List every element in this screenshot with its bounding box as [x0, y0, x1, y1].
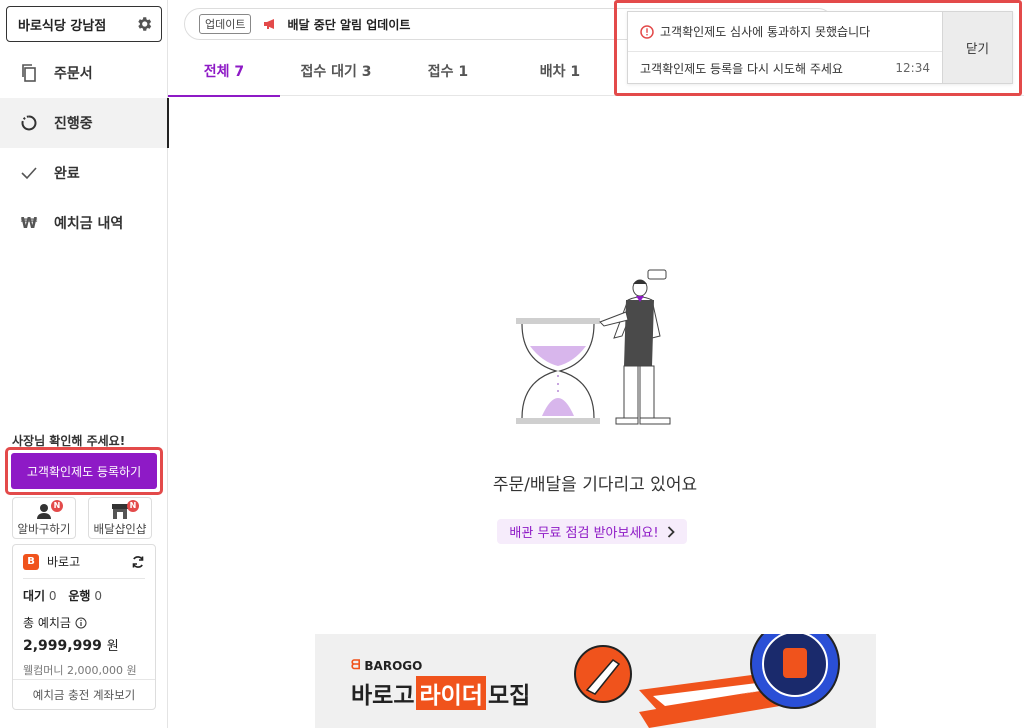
info-icon[interactable]	[75, 617, 87, 629]
sidebar: 바로식당 강남점 주문서 진행중 완료 ₩ 예치금 내역 사장님 확인해 주세요…	[0, 0, 169, 728]
plumbing-promo-link[interactable]: 배관 무료 점검 받아보세요!	[497, 519, 687, 544]
refresh-icon[interactable]	[131, 555, 145, 569]
barogo-logo-icon: B	[23, 553, 39, 570]
sidebar-item-label: 완료	[54, 166, 80, 182]
check-icon	[20, 164, 38, 182]
notification-message: 고객확인제도 등록을 다시 시도해 주세요	[640, 61, 843, 76]
won-icon: ₩	[20, 214, 38, 232]
sidebar-item-deposit-history[interactable]: ₩ 예치금 내역	[0, 198, 168, 248]
barogo-card-header: B 바로고	[23, 545, 145, 579]
tab-all[interactable]: 전체 7	[168, 48, 280, 97]
barogo-mark-icon: ᗺ	[351, 658, 361, 673]
wait-label: 대기	[23, 589, 46, 603]
quick-link-shop-in-shop[interactable]: N 배달샵인샵	[88, 497, 152, 539]
sidebar-item-orders[interactable]: 주문서	[0, 48, 168, 98]
deposit-label: 총 예치금	[23, 616, 71, 630]
quick-link-label: 배달샵인샵	[93, 522, 147, 536]
sidebar-item-label: 진행중	[54, 116, 93, 132]
run-count: 0	[94, 589, 102, 603]
copy-icon	[20, 64, 38, 82]
sidebar-item-label: 예치금 내역	[54, 216, 124, 232]
notification-toast: 고객확인제도 심사에 통과하지 못했습니다 고객확인제도 등록을 다시 시도해 …	[627, 11, 1013, 84]
sidebar-item-completed[interactable]: 완료	[0, 148, 168, 198]
notification-time: 12:34	[895, 61, 930, 75]
notification-title-row: 고객확인제도 심사에 통과하지 못했습니다	[628, 12, 942, 52]
banner-title: 바로고 라이더 모집	[351, 676, 530, 710]
sidebar-item-in-progress[interactable]: 진행중	[0, 98, 169, 148]
alert-circle-icon	[640, 24, 654, 39]
banner-title-a: 바로고	[351, 683, 415, 709]
promo-label: 배관 무료 점검 받아보세요!	[509, 526, 659, 541]
hourglass-illustration	[516, 269, 671, 425]
notification-title: 고객확인제도 심사에 통과하지 못했습니다	[660, 25, 871, 39]
chevron-right-icon	[667, 525, 675, 538]
quick-link-part-time[interactable]: N 알바구하기	[12, 497, 76, 539]
quick-link-label: 알바구하기	[17, 522, 71, 536]
update-tag: 업데이트	[199, 14, 252, 34]
barogo-status: 대기 0 운행 0	[23, 587, 145, 604]
tab-accepted[interactable]: 접수 1	[392, 48, 504, 96]
banner-brand: ᗺ BAROGO	[351, 658, 422, 673]
register-highlight: 고객확인제도 등록하기	[5, 447, 163, 495]
store-selector[interactable]: 바로식당 강남점	[6, 6, 162, 42]
progress-circle-icon	[20, 114, 38, 132]
notification-message-row: 고객확인제도 등록을 다시 시도해 주세요 12:34	[628, 52, 942, 84]
close-button[interactable]: 닫기	[942, 12, 1012, 83]
wait-count: 0	[48, 589, 57, 603]
notification-body: 고객확인제도 심사에 통과하지 못했습니다 고객확인제도 등록을 다시 시도해 …	[628, 12, 942, 83]
run-label: 운행	[68, 589, 91, 603]
welcome-money: 웰컴머니 2,000,000 원	[23, 664, 137, 677]
sidebar-item-label: 주문서	[54, 66, 93, 82]
barogo-brand: B 바로고	[23, 553, 80, 570]
store-name: 바로식당 강남점	[18, 18, 107, 34]
announcement-text: 배달 중단 알림 업데이트	[287, 17, 411, 32]
banner-title-b: 모집	[487, 683, 531, 709]
tab-pending[interactable]: 접수 대기 3	[280, 48, 392, 96]
megaphone-icon	[264, 19, 275, 29]
new-badge: N	[127, 500, 139, 512]
barogo-card: B 바로고 대기 0 운행 0 총 예치금 2,999,999 원 웰컴머니 2…	[12, 544, 156, 710]
sidebar-nav: 주문서 진행중 완료 ₩ 예치금 내역	[0, 48, 169, 248]
app-window: 바로식당 강남점 주문서 진행중 완료 ₩ 예치금 내역 사장님 확인해 주세요…	[0, 0, 1024, 728]
barogo-emblem-icon	[750, 634, 840, 709]
rocket-badge-icon	[574, 645, 632, 703]
deposit-unit: 원	[106, 639, 119, 654]
register-kyc-button[interactable]: 고객확인제도 등록하기	[11, 453, 157, 489]
tab-dispatched[interactable]: 배차 1	[504, 48, 616, 96]
banner-title-highlight: 라이더	[416, 676, 486, 710]
deposit-amount-row: 2,999,999 원	[23, 635, 145, 654]
deposit-label-row: 총 예치금	[23, 614, 145, 631]
deposit-amount: 2,999,999	[23, 638, 102, 654]
gear-icon[interactable]	[135, 15, 153, 33]
new-badge: N	[51, 500, 63, 512]
empty-state-message: 주문/배달을 기다리고 있어요	[492, 475, 698, 495]
deposit-account-link[interactable]: 예치금 충전 계좌보기	[13, 679, 155, 709]
banner-brand-text: BAROGO	[364, 658, 423, 673]
barogo-name: 바로고	[47, 555, 81, 569]
rider-recruit-banner[interactable]: ᗺ BAROGO 바로고 라이더 모집	[315, 634, 876, 728]
